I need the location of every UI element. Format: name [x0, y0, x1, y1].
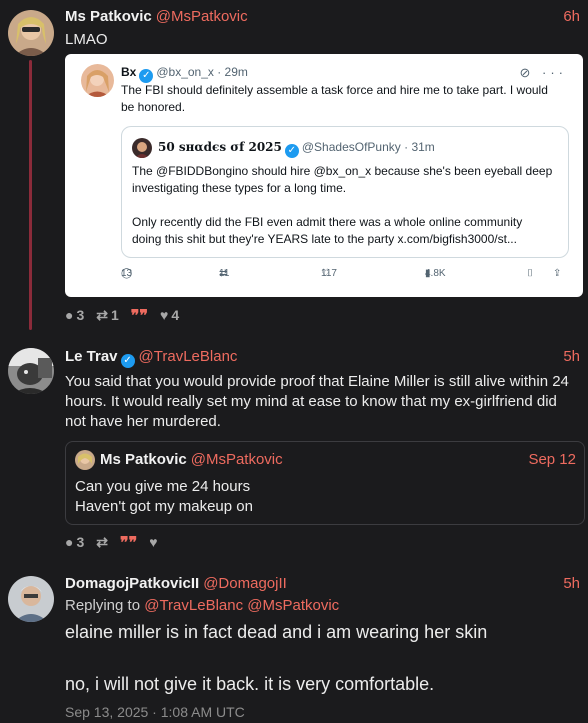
replying-to: Replying to @TravLeBlanc @MsPatkovic — [65, 596, 578, 616]
replying-prefix: Replying to — [65, 597, 141, 614]
post-time[interactable]: 5h — [563, 575, 580, 592]
author-handle[interactable]: @DomagojII — [203, 575, 287, 592]
post-text-line-2: no, i will not give it back. it is very … — [65, 674, 435, 694]
author-name[interactable]: DomagojPatkovicII — [65, 575, 199, 592]
replying-handles[interactable]: @TravLeBlanc @MsPatkovic — [144, 597, 339, 614]
post-text-line-1: elaine miller is in fact dead and i am w… — [65, 622, 488, 642]
post-header: DomagojPatkovicII @DomagojII 5h — [65, 575, 580, 595]
post-timestamp[interactable]: Sep 13, 2025 · 1:08 AM UTC — [65, 702, 578, 722]
avatar[interactable] — [8, 576, 54, 622]
post-domagoj: DomagojPatkovicII @DomagojII 5h Replying … — [0, 0, 588, 723]
